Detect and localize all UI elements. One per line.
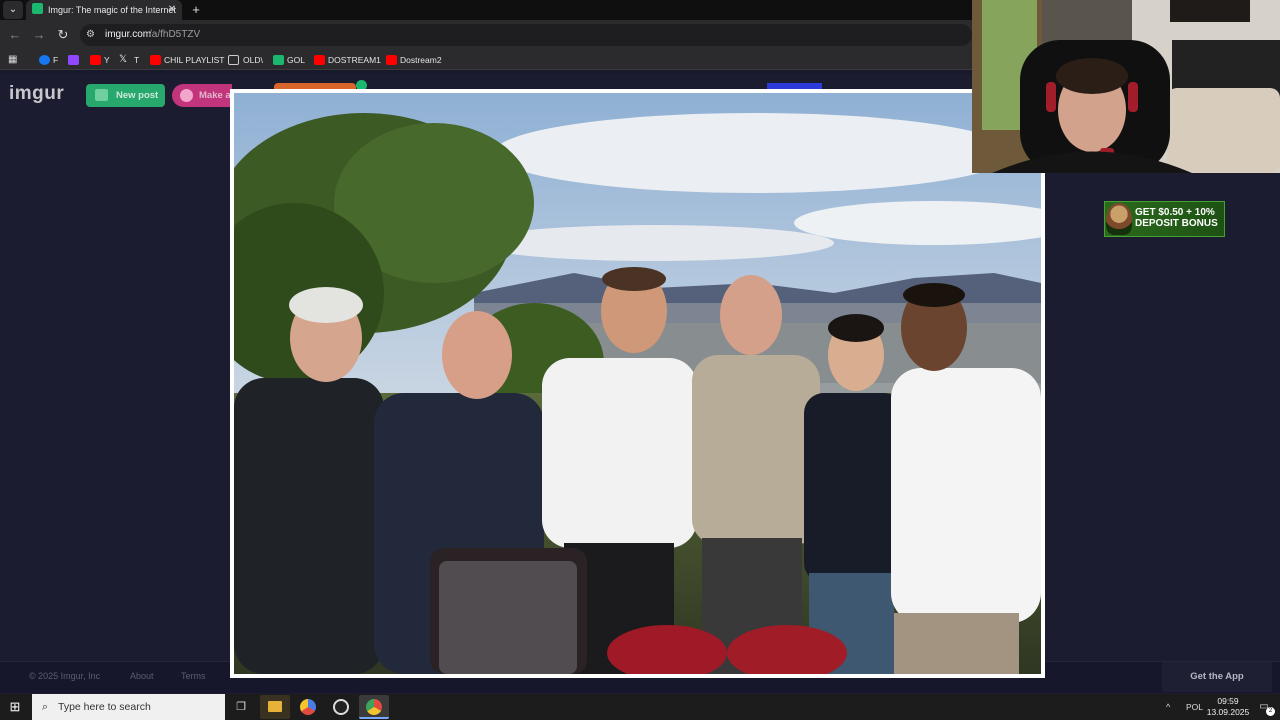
windows-start-icon[interactable]: ⊞ — [4, 697, 26, 717]
ad-subline: DEPOSIT BONUS — [1135, 218, 1218, 229]
youtube-icon — [386, 55, 397, 65]
file-explorer-icon[interactable] — [260, 695, 290, 719]
youtube-icon — [90, 55, 101, 65]
facebook-icon — [39, 55, 50, 65]
bookmark-f[interactable]: F — [53, 52, 58, 68]
bookmark-y[interactable]: Y — [104, 52, 110, 68]
tab-search-button[interactable]: ⌄ — [3, 1, 23, 19]
forward-icon[interactable]: → — [29, 25, 49, 45]
clock-time[interactable]: 09:59 — [1210, 696, 1246, 706]
group-photo[interactable] — [234, 93, 1041, 674]
taskbar-search-placeholder: Type here to search — [58, 701, 151, 713]
tab-close-icon[interactable]: ✕ — [165, 0, 179, 20]
new-post-icon — [95, 89, 108, 101]
site-icon — [273, 55, 284, 65]
tab-title: Imgur: The magic of the Internet — [48, 5, 176, 15]
browser-tab[interactable]: Imgur: The magic of the Internet — [26, 0, 182, 20]
webcam-overlay — [972, 0, 1280, 173]
new-tab-icon[interactable]: + — [188, 0, 204, 20]
tray-expand-icon[interactable]: ^ — [1166, 699, 1170, 715]
bookmark-chil-playlist[interactable]: CHIL PLAYLIST — [164, 52, 224, 68]
bookmark-gol[interactable]: GOL — [287, 52, 305, 68]
twitch-icon[interactable] — [68, 55, 79, 65]
ad-mascot-image — [1106, 203, 1132, 235]
chrome-active-icon[interactable] — [359, 695, 389, 719]
task-view-icon[interactable]: ❐ — [233, 699, 249, 715]
tray-language[interactable]: POL — [1186, 699, 1203, 715]
reload-icon[interactable]: ↻ — [53, 25, 73, 45]
chrome-app-icon[interactable] — [293, 695, 323, 719]
url-host: imgur.com — [105, 29, 152, 40]
imgur-logo[interactable]: imgur — [9, 83, 64, 105]
notification-count-badge: 2 — [1266, 707, 1275, 716]
bookmark-old[interactable]: OLD\ — [243, 52, 263, 68]
back-icon[interactable]: ← — [5, 25, 25, 45]
address-bar[interactable] — [80, 24, 972, 46]
url-path: /a/fhD5TZV — [149, 29, 201, 40]
footer-copyright: © 2025 Imgur, Inc — [29, 671, 101, 681]
footer-about-link[interactable]: About — [130, 670, 154, 682]
youtube-icon — [314, 55, 325, 65]
footer-terms-link[interactable]: Terms — [181, 670, 206, 682]
search-icon: ⌕ — [41, 701, 49, 713]
get-the-app-button[interactable]: Get the App — [1162, 662, 1272, 692]
youtube-icon — [150, 55, 161, 65]
x-icon: 𝕏 — [119, 54, 128, 65]
bookmark-t[interactable]: T — [134, 52, 139, 68]
imgur-favicon-icon — [32, 3, 43, 14]
site-info-icon[interactable]: ⚙ — [86, 27, 100, 43]
obs-icon[interactable] — [326, 695, 356, 719]
bookmark-dostream2[interactable]: Dostream2 — [400, 52, 442, 68]
meme-icon — [180, 89, 193, 102]
ad-headline: GET $0.50 + 10% — [1135, 207, 1215, 218]
bookmark-dostream1[interactable]: DOSTREAM1 — [328, 52, 381, 68]
folder-icon — [228, 55, 239, 65]
clock-date[interactable]: 13.09.2025 — [1206, 707, 1250, 717]
apps-grid-icon[interactable]: ▦ — [8, 54, 19, 65]
